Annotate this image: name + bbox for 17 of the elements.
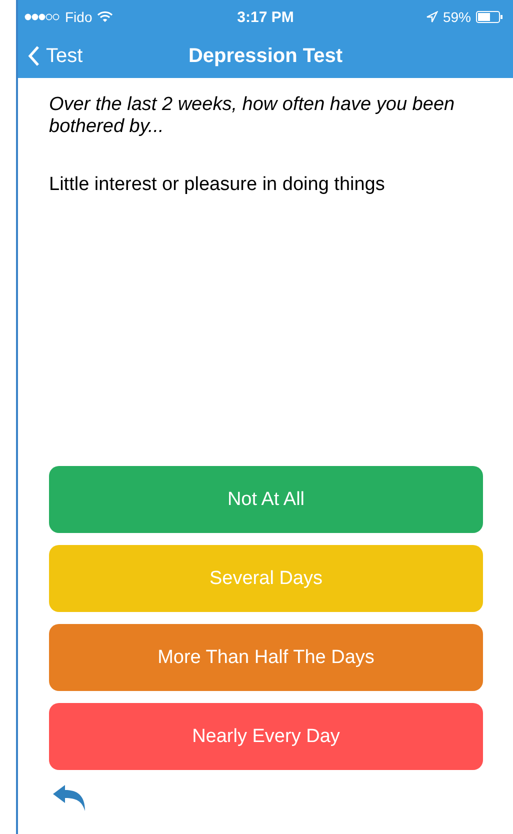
answer-button[interactable]: Nearly Every Day (49, 703, 483, 770)
answer-button[interactable]: Several Days (49, 545, 483, 612)
wifi-icon (97, 11, 114, 23)
undo-icon[interactable] (52, 784, 88, 812)
location-icon (426, 11, 438, 23)
question-text: Little interest or pleasure in doing things (49, 174, 386, 196)
battery-percentage: 59% (442, 9, 471, 25)
status-time: 3:17 PM (236, 8, 295, 26)
answer-button[interactable]: More Than Half The Days (49, 624, 483, 691)
chevron-icon (28, 45, 40, 67)
signal-icon (24, 13, 60, 21)
back-button[interactable]: Test (18, 44, 83, 68)
answer-button[interactable]: Not At All (49, 466, 483, 533)
screen-title: Depression Test (187, 44, 344, 68)
battery-icon (476, 11, 503, 23)
question-prompt: Over the last 2 weeks, how often have you been bothered by... (49, 94, 456, 138)
carrier-name: Fido (65, 9, 92, 25)
